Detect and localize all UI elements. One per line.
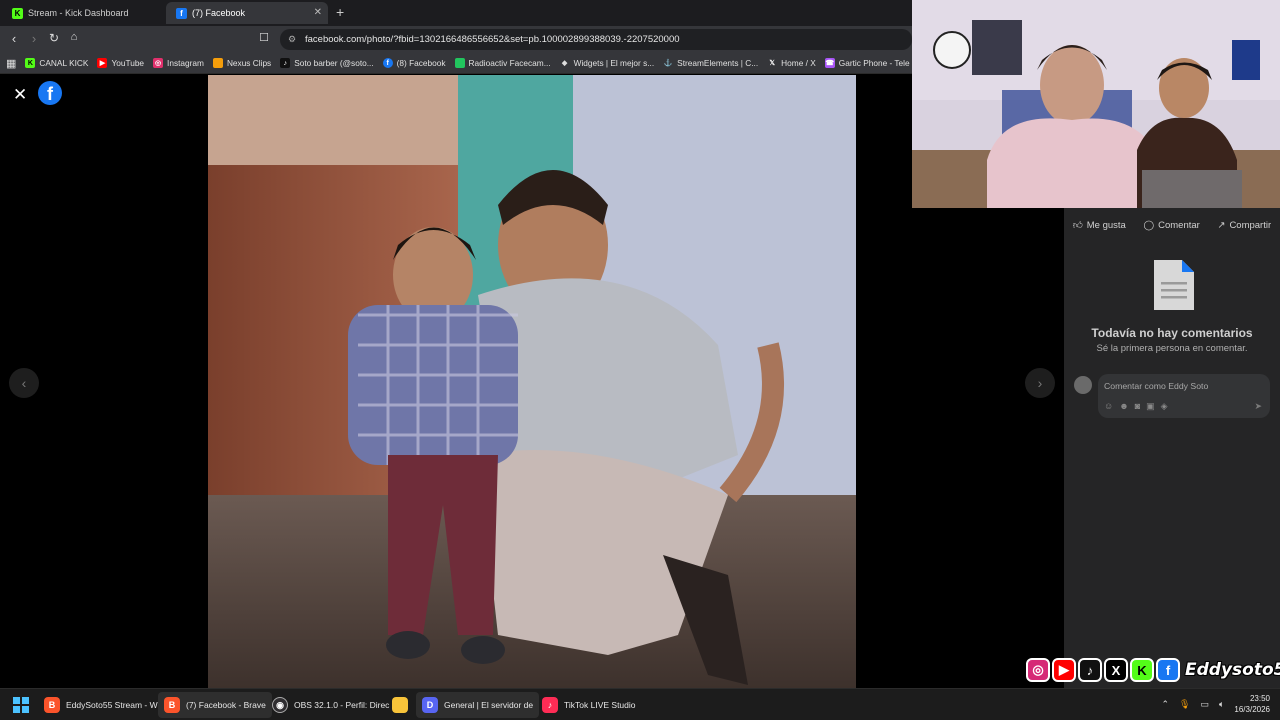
tiktok-icon: ♪ — [1078, 658, 1102, 682]
bookmark-home-x[interactable]: 𝕏 Home / X — [767, 58, 815, 68]
forward-button[interactable]: › — [26, 31, 42, 46]
taskbar-item-brave-stream[interactable]: B EddySoto55 Stream - W — [38, 692, 164, 718]
kick-icon: K — [25, 58, 36, 68]
avatar-sticker-icon[interactable]: ☺ — [1104, 401, 1113, 412]
streamelements-icon: ⚓ — [663, 60, 673, 67]
taskbar: B EddySoto55 Stream - W B (7) Facebook -… — [0, 688, 1280, 720]
screen: K Stream - Kick Dashboard f (7) Facebook… — [0, 0, 1280, 720]
widgets-icon: ◆ — [561, 60, 568, 67]
taskbar-item-brave-facebook[interactable]: B (7) Facebook - Brave — [158, 692, 272, 718]
bookmark-soto-barber[interactable]: ♪ Soto barber (@soto... — [280, 58, 374, 68]
url-text: facebook.com/photo/?fbid=130216648655665… — [305, 34, 680, 45]
bookmark-instagram[interactable]: ◎ Instagram — [153, 58, 204, 68]
comment-button[interactable]: ◯ Comentar — [1143, 220, 1199, 231]
gif-icon[interactable]: ▣ — [1146, 401, 1155, 412]
folder-icon — [392, 697, 408, 713]
like-button[interactable]: 👍︎ Me gusta — [1072, 219, 1126, 232]
close-viewer-icon[interactable]: ✕ — [13, 85, 27, 105]
send-icon[interactable]: ➤ — [1254, 401, 1262, 412]
reload-button[interactable]: ↻ — [46, 31, 62, 45]
tiktok-icon: ♪ — [280, 58, 291, 68]
tab-kick-dashboard[interactable]: K Stream - Kick Dashboard — [2, 2, 164, 24]
comment-placeholder: Comentar como Eddy Soto — [1104, 381, 1209, 391]
tab-title: (7) Facebook — [192, 8, 246, 18]
webcam-feed — [912, 0, 1280, 208]
new-tab-button[interactable]: + — [336, 4, 344, 20]
bookmark-streamelements[interactable]: ⚓ StreamElements | C... — [663, 58, 758, 68]
thumbs-up-icon: 👍︎ — [1072, 220, 1083, 231]
previous-photo-button[interactable]: ‹ — [9, 368, 39, 398]
microphone-icon[interactable]: 🎙︎ — [1179, 699, 1190, 710]
chevron-up-icon[interactable]: ⌃ — [1162, 699, 1170, 710]
discord-icon: D — [422, 697, 438, 713]
brave-icon: B — [44, 697, 60, 713]
tab-facebook[interactable]: f (7) Facebook ✕ — [166, 2, 328, 24]
comment-input[interactable]: Comentar como Eddy Soto ☺ ☻ ◙ ▣ ◈ ➤ — [1098, 374, 1270, 418]
home-button[interactable]: ⌂ — [66, 31, 82, 43]
address-toolbar: ‹ › ↻ ⌂ ☐ ⚙ facebook.com/photo/?fbid=130… — [0, 26, 912, 53]
bookmark-widgets[interactable]: ◆ Widgets | El mejor s... — [560, 58, 654, 68]
bookmarks-bar: ▦ K CANAL KICK ▶ YouTube ◎ Instagram Nexus … — [0, 53, 912, 74]
facebook-logo[interactable]: f — [38, 81, 62, 105]
clock-time: 23:50 — [1249, 694, 1270, 703]
comment-bubble-icon: ◯ — [1143, 219, 1155, 231]
system-tray: ⌃ 🎙︎ ▭ 🔈︎ 23:50 16/3/2026 — [1162, 693, 1271, 715]
display-icon[interactable]: ▭ — [1200, 699, 1209, 710]
back-button[interactable]: ‹ — [6, 31, 22, 46]
site-settings-icon[interactable]: ⚙ — [288, 29, 296, 50]
share-arrow-icon: ↗ — [1217, 219, 1226, 231]
sticker-icon[interactable]: ◈ — [1161, 401, 1168, 412]
youtube-icon: ▶ — [1052, 658, 1076, 682]
gartic-icon: ☎ — [824, 58, 835, 68]
bookmark-facebook[interactable]: f (8) Facebook — [382, 58, 446, 68]
taskbar-item-tiktok-live[interactable]: ♪ TikTok LIVE Studio — [536, 692, 642, 718]
clock[interactable]: 23:50 16/3/2026 — [1234, 693, 1270, 715]
no-comments-title: Todavía no hay comentarios — [1091, 326, 1253, 340]
instagram-icon: ◎ — [153, 58, 164, 68]
bookmark-canal-kick[interactable]: K CANAL KICK — [25, 58, 88, 68]
apps-icon[interactable]: ▦ — [6, 57, 16, 70]
streamer-handle: Eddysoto55 — [1185, 660, 1280, 680]
avatar[interactable] — [1074, 376, 1092, 394]
share-button[interactable]: ↗ Compartir — [1217, 220, 1271, 231]
youtube-icon: ▶ — [97, 58, 108, 68]
facebook-icon: f — [176, 7, 187, 19]
tiktok-icon: ♪ — [542, 697, 558, 713]
clock-date: 16/3/2026 — [1234, 705, 1270, 714]
camera-icon[interactable]: ◙ — [1135, 401, 1140, 412]
close-tab-icon[interactable]: ✕ — [314, 7, 322, 18]
bookmark-icon[interactable]: ☐ — [256, 31, 272, 44]
next-photo-button[interactable]: › — [1025, 368, 1055, 398]
comment-tools: ☺ ☻ ◙ ▣ ◈ — [1104, 401, 1168, 412]
windows-start-icon[interactable] — [13, 697, 29, 713]
obs-icon: ◉ — [272, 697, 288, 713]
post-actions: 👍︎ Me gusta ◯ Comentar ↗ Compartir — [1064, 214, 1280, 236]
volume-icon[interactable]: 🔈︎ — [1219, 699, 1224, 710]
kick-icon: K — [12, 7, 23, 19]
emoji-icon[interactable]: ☻ — [1119, 401, 1128, 412]
bookmark-gartic-phone[interactable]: ☎ Gartic Phone - Tele — [824, 58, 910, 68]
taskbar-item-obs[interactable]: ◉ OBS 32.1.0 - Perfil: Direc — [266, 692, 395, 718]
taskbar-item-file-explorer[interactable] — [386, 692, 414, 718]
bookmark-nexus-clips[interactable]: Nexus Clips — [212, 58, 271, 68]
no-comments-subtitle: Sé la primera persona en comentar. — [1096, 343, 1248, 354]
nexus-icon — [212, 58, 223, 68]
instagram-icon: ◎ — [1026, 658, 1050, 682]
social-overlay: ◎ ▶ ♪ X K f Eddysoto55 — [1026, 656, 1280, 684]
radioactiv-icon — [454, 58, 465, 68]
browser-tabstrip: K Stream - Kick Dashboard f (7) Facebook… — [0, 0, 912, 26]
facebook-icon: f — [382, 58, 393, 68]
facebook-icon: f — [1156, 658, 1180, 682]
bookmark-youtube[interactable]: ▶ YouTube — [97, 58, 144, 68]
taskbar-item-discord[interactable]: D General | El servidor de — [416, 692, 540, 718]
tab-title: Stream - Kick Dashboard — [28, 8, 129, 18]
bookmark-radioactiv[interactable]: Radioactiv Facecam... — [454, 58, 551, 68]
x-icon: X — [1104, 658, 1128, 682]
x-icon: 𝕏 — [769, 60, 775, 67]
brave-icon: B — [164, 697, 180, 713]
url-bar[interactable]: ⚙ facebook.com/photo/?fbid=1302166486556… — [280, 29, 912, 50]
kick-icon: K — [1130, 658, 1154, 682]
document-icon — [1152, 258, 1196, 317]
photo — [208, 75, 856, 688]
